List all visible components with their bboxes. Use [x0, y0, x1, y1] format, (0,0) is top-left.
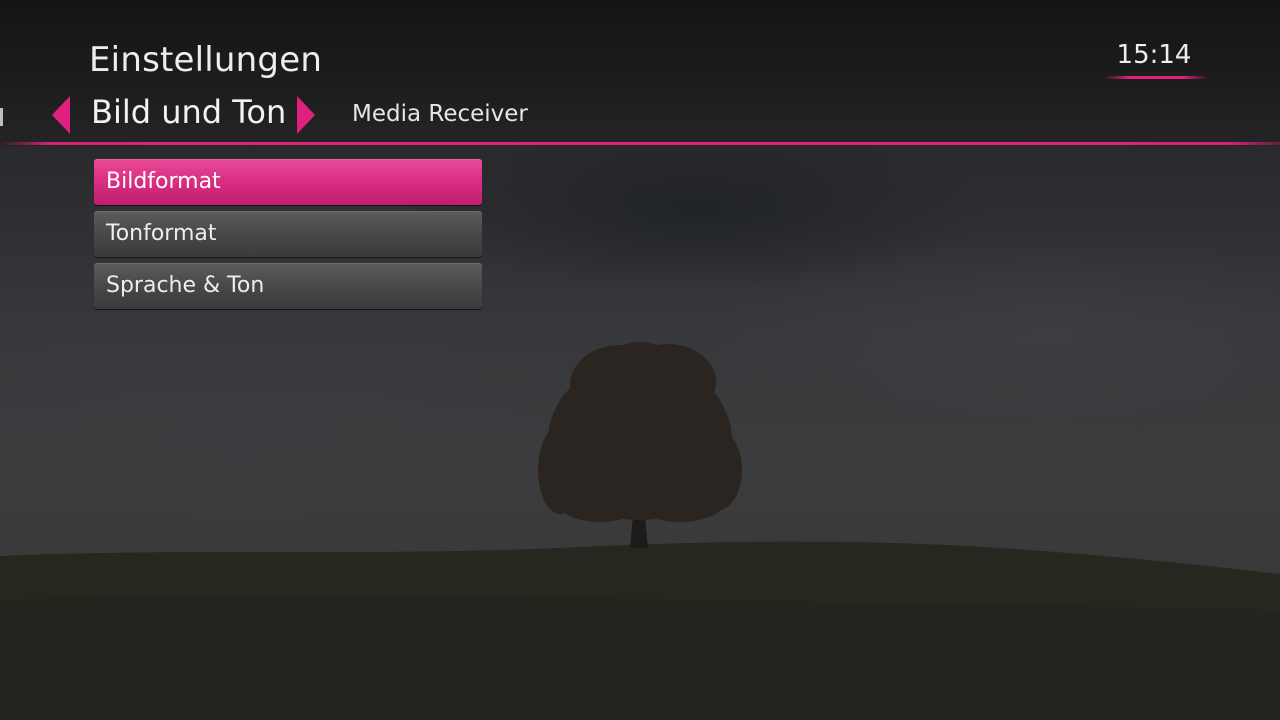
next-section-tab[interactable]: Media Receiver — [352, 101, 528, 127]
menu-item-sprache-ton[interactable]: Sprache & Ton — [94, 263, 482, 309]
previous-section-hint — [0, 108, 3, 126]
chevron-left-icon[interactable] — [52, 96, 70, 134]
tree-icon — [538, 342, 742, 522]
tv-settings-screen: Einstellungen 15:14 Bild und Ton Media R… — [0, 0, 1280, 720]
menu-item-tonformat[interactable]: Tonformat — [94, 211, 482, 257]
header-divider — [0, 142, 1280, 145]
clock-underline — [1104, 76, 1208, 79]
settings-menu: Bildformat Tonformat Sprache & Ton — [94, 159, 482, 315]
chevron-right-icon[interactable] — [297, 96, 315, 134]
current-section-title: Bild und Ton — [91, 93, 287, 131]
clock: 15:14 — [1116, 40, 1192, 70]
page-title: Einstellungen — [89, 40, 323, 80]
menu-item-bildformat[interactable]: Bildformat — [94, 159, 482, 205]
